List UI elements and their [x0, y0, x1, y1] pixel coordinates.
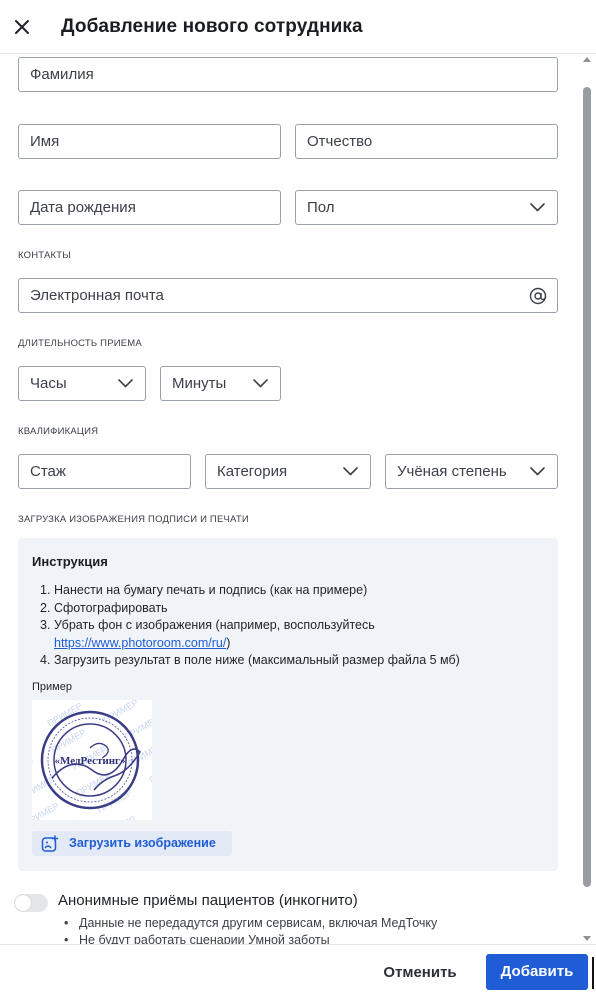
instruction-steps: 1. Нанести на бумагу печать и подпись (к… [32, 582, 552, 670]
add-button[interactable]: Добавить [486, 954, 588, 990]
photoroom-link[interactable]: https://www.photoroom.com/ru/ [54, 636, 226, 650]
dialog-header: Добавление нового сотрудника [0, 0, 596, 54]
duration-section-label: ДЛИТЕЛЬНОСТЬ ПРИЕМА [18, 338, 142, 349]
list-item: Не будут работать сценарии Умной заботы [64, 932, 437, 944]
chevron-down-icon [530, 467, 545, 476]
email-placeholder: Электронная почта [30, 287, 164, 304]
email-field[interactable]: Электронная почта [18, 278, 558, 313]
incognito-label: Анонимные приёмы пациентов (инкогнито) [58, 892, 358, 909]
incognito-notes: Данные не передадутся другим сервисам, в… [64, 915, 437, 944]
incognito-toggle[interactable] [14, 894, 48, 912]
scroll-up-arrow[interactable] [583, 57, 591, 62]
signature-section-label: ЗАГРУЗКА ИЗОБРАЖЕНИЯ ПОДПИСИ И ПЕЧАТИ [18, 514, 249, 525]
contacts-section-label: КОНТАКТЫ [18, 250, 71, 261]
instruction-step: 1. Нанести на бумагу печать и подпись (к… [40, 583, 368, 597]
last-name-field[interactable]: Фамилия [18, 57, 558, 92]
patronymic-placeholder: Отчество [307, 133, 373, 150]
chevron-down-icon [118, 379, 133, 388]
birth-date-field[interactable]: Дата рождения [18, 190, 281, 225]
dialog-footer: Отменить Добавить [0, 944, 596, 996]
category-select[interactable]: Категория [205, 454, 371, 489]
at-sign-icon [529, 287, 547, 305]
dialog-title: Добавление нового сотрудника [61, 16, 363, 37]
close-button[interactable] [8, 13, 36, 41]
instruction-step: 4. Загрузить результат в поле ниже (макс… [40, 653, 460, 667]
instruction-title: Инструкция [32, 554, 108, 569]
scroll-down-arrow[interactable] [583, 936, 591, 941]
upload-image-button[interactable]: Загрузить изображение [32, 831, 232, 856]
experience-field[interactable]: Стаж [18, 454, 191, 489]
upload-image-label: Загрузить изображение [69, 836, 216, 850]
cancel-button[interactable]: Отменить [370, 955, 470, 990]
patronymic-field[interactable]: Отчество [295, 124, 558, 159]
minutes-placeholder: Минуты [172, 375, 227, 392]
scrollbar-thumb[interactable] [583, 87, 591, 887]
example-stamp-image: ПРИМЕР ПРИМЕР ПРИМЕР ПРИМЕР ПРИМЕР ПРИМЕ… [32, 700, 152, 820]
instruction-panel: Инструкция 1. Нанести на бумагу печать и… [18, 538, 558, 871]
svg-text:«МедРестинг»: «МедРестинг» [54, 755, 125, 767]
category-placeholder: Категория [217, 463, 288, 480]
first-name-placeholder: Имя [30, 133, 60, 150]
stamp-icon: ПРИМЕР ПРИМЕР ПРИМЕР ПРИМЕР ПРИМЕР ПРИМЕ… [32, 700, 152, 820]
instruction-step: 3. Убрать фон с изображения (например, в… [40, 618, 375, 650]
close-icon[interactable] [8, 13, 36, 41]
gender-select[interactable]: Пол [295, 190, 558, 225]
minutes-select[interactable]: Минуты [160, 366, 281, 401]
last-name-placeholder: Фамилия [30, 66, 94, 83]
degree-placeholder: Учёная степень [397, 463, 507, 480]
toggle-knob [15, 895, 31, 911]
experience-placeholder: Стаж [30, 463, 66, 480]
first-name-field[interactable]: Имя [18, 124, 281, 159]
form-content: Фамилия Имя Отчество Дата рождения Пол К… [0, 54, 596, 944]
birth-date-placeholder: Дата рождения [30, 199, 136, 216]
add-image-icon [41, 835, 59, 852]
hours-select[interactable]: Часы [18, 366, 146, 401]
list-item: Данные не передадутся другим сервисам, в… [64, 915, 437, 932]
hours-placeholder: Часы [30, 375, 67, 392]
window-edge [592, 957, 594, 989]
chevron-down-icon [530, 203, 545, 212]
qualification-section-label: КВАЛИФИКАЦИЯ [18, 426, 99, 437]
example-label: Пример [32, 681, 72, 693]
gender-placeholder: Пол [307, 199, 335, 216]
vertical-scrollbar[interactable] [582, 57, 592, 941]
degree-select[interactable]: Учёная степень [385, 454, 558, 489]
chevron-down-icon [253, 379, 268, 388]
instruction-step: 2. Сфотографировать [40, 600, 168, 615]
chevron-down-icon [343, 467, 358, 476]
